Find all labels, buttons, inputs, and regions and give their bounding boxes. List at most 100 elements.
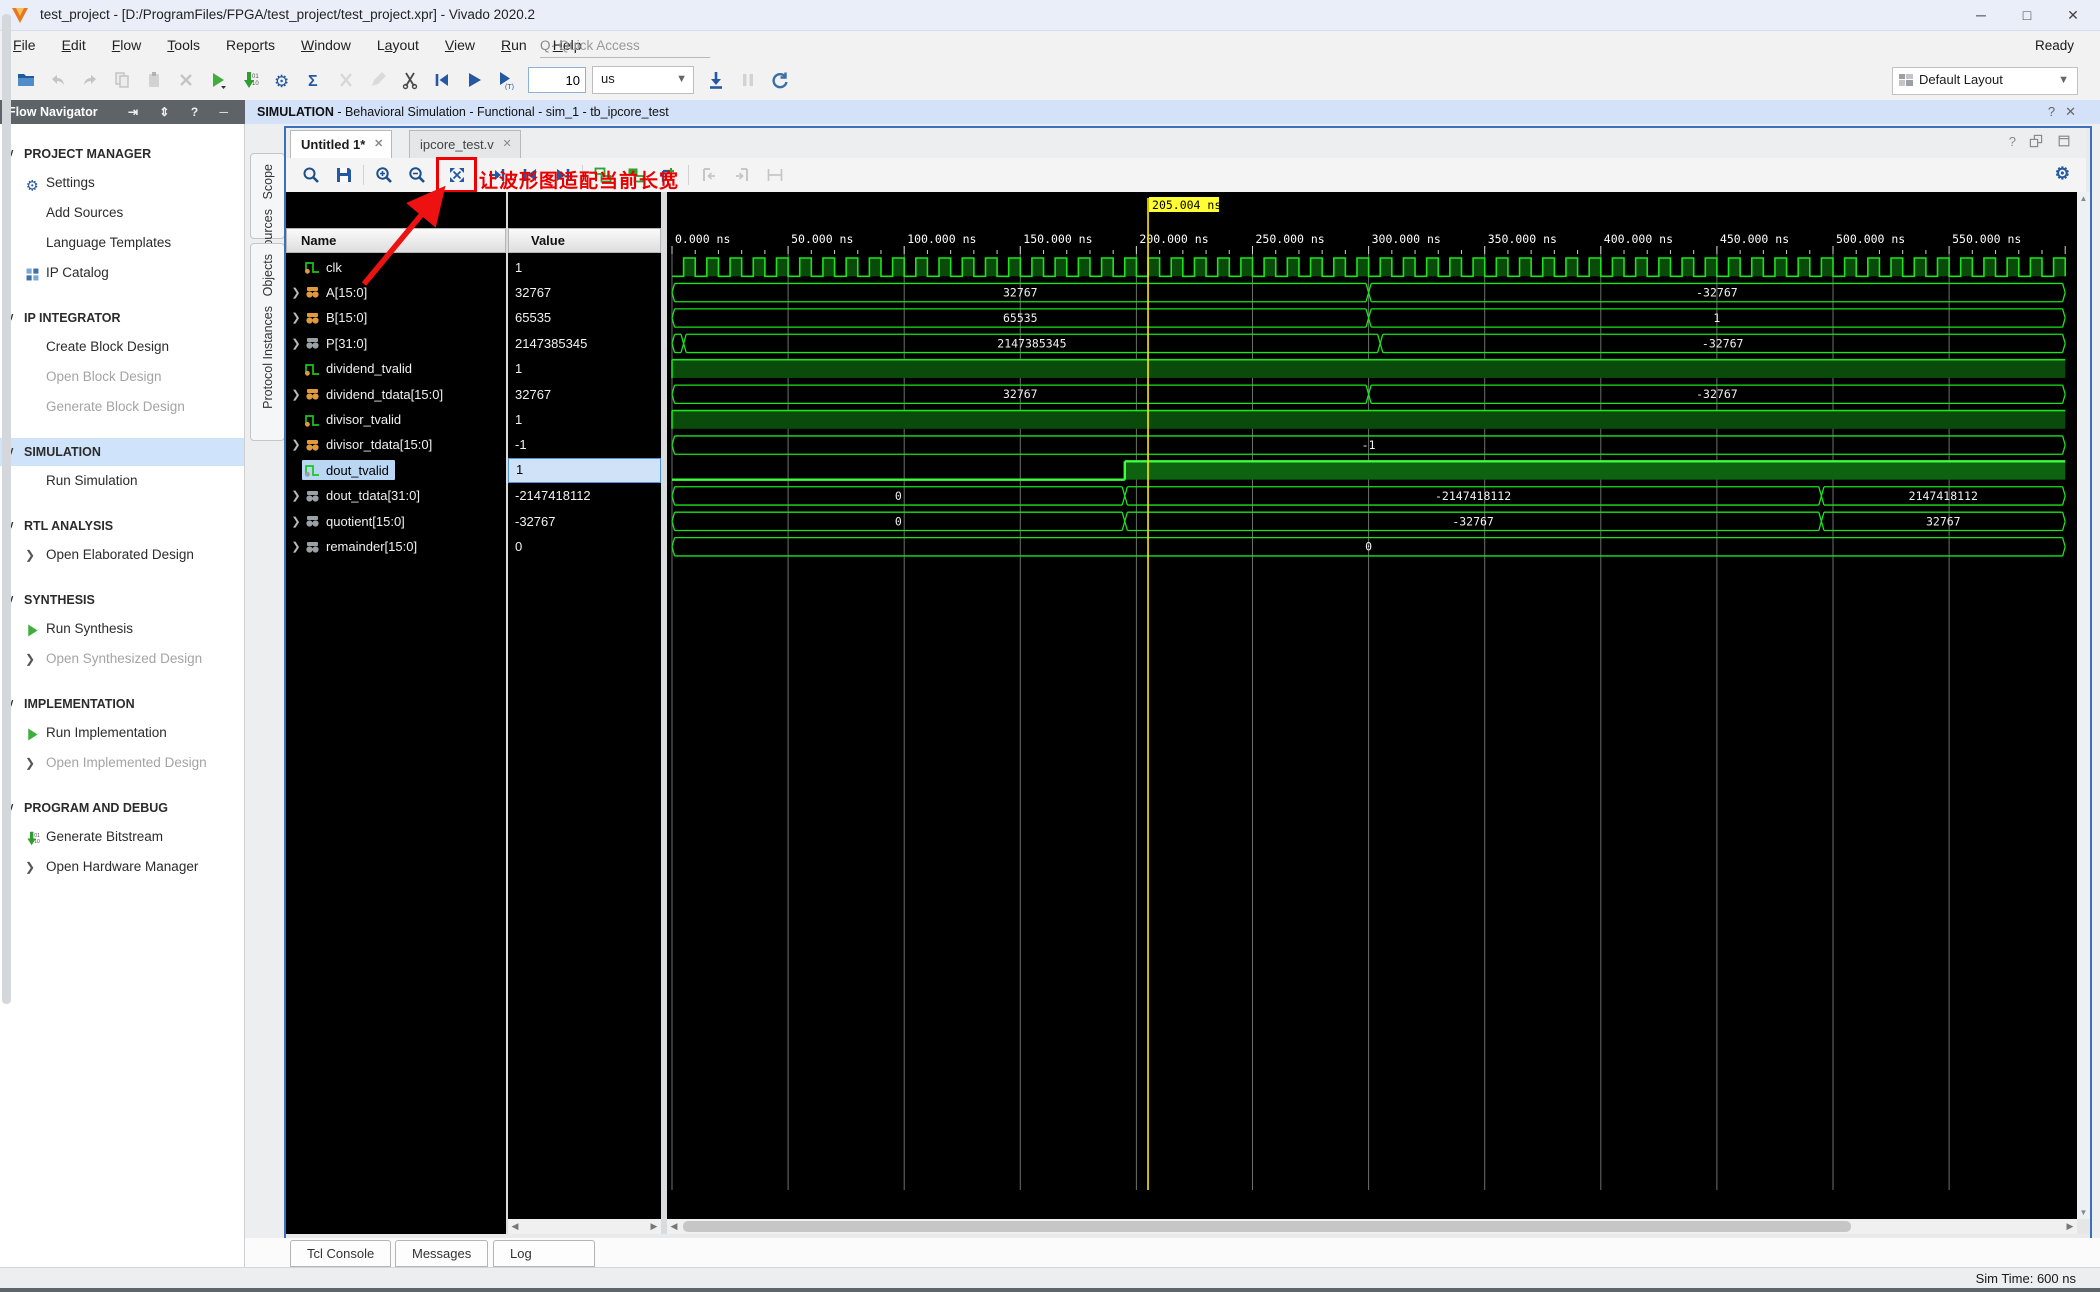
run-time-input[interactable] [528, 67, 586, 93]
menu-window[interactable]: Window [288, 31, 364, 60]
side-tab-protocol-instances[interactable]: Protocol Instances [261, 306, 275, 409]
sidebar-section-rtl-analysis[interactable]: ∨RTL ANALYSIS [0, 512, 244, 540]
sidebar-section-implementation[interactable]: ∨IMPLEMENTATION [0, 690, 244, 718]
float-window-icon[interactable] [2028, 133, 2044, 149]
sigma-button[interactable]: Σ [298, 65, 330, 95]
sidebar-item-open-implemented-design[interactable]: ❯ Open Implemented Design [0, 748, 244, 778]
expand-chevron-icon[interactable]: ❯ [290, 515, 302, 528]
sidebar-item-open-hardware-manager[interactable]: ❯ Open Hardware Manager [0, 852, 244, 882]
scrollbar-thumb[interactable] [683, 1221, 1851, 1232]
tab-ipcore-test[interactable]: ipcore_test.v ✕ [409, 130, 521, 159]
time-unit-select[interactable]: us ▼ [592, 66, 694, 94]
save-button[interactable] [327, 161, 360, 189]
menu-reports[interactable]: Reports [213, 31, 288, 60]
close-icon[interactable]: ✕ [374, 131, 383, 158]
sidebar-item-open-synthesized-design[interactable]: ❯ Open Synthesized Design [0, 644, 244, 674]
signal-value[interactable]: 32767 [508, 280, 661, 305]
scroll-right-icon[interactable]: ▶ [647, 1219, 661, 1234]
sidebar-section-simulation[interactable]: ∨SIMULATION [0, 438, 244, 466]
expand-chevron-icon[interactable]: ❯ [290, 286, 302, 299]
signal-row-dividend_tvalid[interactable]: dividend_tvalid [286, 356, 506, 381]
signal-row-divisor_tvalid[interactable]: divisor_tvalid [286, 407, 506, 432]
tab-messages[interactable]: Messages [395, 1240, 489, 1267]
flow-navigator-header-icons[interactable]: ⇥ ⇕ ? ─ [128, 100, 237, 124]
refresh-button[interactable] [764, 65, 796, 95]
zoom-out-button[interactable] [400, 161, 433, 189]
bitstream-button[interactable]: 01 10 [234, 65, 266, 95]
to-start-button[interactable] [426, 65, 458, 95]
signal-row-p[interactable]: ❯ P[31:0] [286, 331, 506, 356]
close-button[interactable]: ✕ [2050, 0, 2096, 30]
signal-value[interactable]: 65535 [508, 305, 661, 330]
sidebar-item-language-templates[interactable]: Language Templates [0, 228, 244, 258]
cut-button[interactable] [394, 65, 426, 95]
sidebar-section-project-manager[interactable]: ∨PROJECT MANAGER [0, 140, 244, 168]
scroll-left-icon[interactable]: ◀ [667, 1219, 681, 1234]
layout-selector[interactable]: Default Layout ▼ [1892, 67, 2078, 95]
zoom-in-button[interactable] [367, 161, 400, 189]
expand-chevron-icon[interactable]: ❯ [290, 388, 302, 401]
run-play-button[interactable] [202, 65, 234, 95]
signal-row-divisor_tdata[interactable]: ❯ divisor_tdata[15:0] [286, 432, 506, 457]
sidebar-item-settings[interactable]: ⚙ Settings [0, 168, 244, 198]
name-column-header[interactable]: Name [286, 228, 506, 253]
signal-row-remainder[interactable]: ❯ remainder[15:0] [286, 534, 506, 559]
sidebar-section-ip-integrator[interactable]: ∨IP INTEGRATOR [0, 304, 244, 332]
sidebar-item-open-elaborated-design[interactable]: ❯ Open Elaborated Design [0, 540, 244, 570]
menu-run[interactable]: Run [488, 31, 540, 60]
signal-value[interactable]: 1 [508, 255, 661, 280]
tab-log[interactable]: Log [493, 1240, 595, 1267]
sidebar-item-run-implementation[interactable]: Run Implementation [0, 718, 244, 748]
menu-edit[interactable]: Edit [49, 31, 99, 60]
expand-chevron-icon[interactable]: ❯ [290, 311, 302, 324]
signal-row-dividend_tdata[interactable]: ❯ dividend_tdata[15:0] [286, 382, 506, 407]
step-button[interactable] [700, 65, 732, 95]
signal-value[interactable]: -32767 [508, 509, 661, 534]
expand-chevron-icon[interactable]: ❯ [290, 438, 302, 451]
close-panel-icon[interactable]: ✕ [2065, 104, 2086, 119]
waveform-canvas[interactable]: 0.000 ns 50.000 ns 100.000 ns 150.000 ns 200… [667, 192, 2077, 1219]
signal-row-quotient[interactable]: ❯ quotient[15:0] [286, 509, 506, 534]
help-icon[interactable]: ? [2009, 134, 2016, 149]
find-button[interactable] [294, 161, 327, 189]
scroll-right-icon[interactable]: ▶ [2063, 1219, 2077, 1234]
sidebar-item-create-block-design[interactable]: Create Block Design [0, 332, 244, 362]
signal-value[interactable]: 1 [508, 407, 661, 432]
sidebar-item-add-sources[interactable]: Add Sources [0, 198, 244, 228]
quick-access-search[interactable]: Q· Quick Access [540, 34, 710, 58]
sidebar-item-run-simulation[interactable]: Run Simulation [0, 466, 244, 496]
signal-value[interactable]: 1 [508, 356, 661, 381]
signal-value[interactable]: -2147418112 [508, 483, 661, 508]
signal-value[interactable]: 0 [508, 534, 661, 559]
sidebar-section-program-and-debug[interactable]: ∨PROGRAM AND DEBUG [0, 794, 244, 822]
waveform-settings-gear-icon[interactable]: ⚙ [2055, 164, 2070, 184]
expand-chevron-icon[interactable]: ❯ [290, 337, 302, 350]
scroll-up-icon[interactable]: ▲ [2077, 192, 2090, 205]
signal-row-dout_tdata[interactable]: ❯ dout_tdata[31:0] [286, 483, 506, 508]
maximize-button[interactable]: □ [2004, 0, 2050, 30]
signal-value[interactable]: 2147385345 [508, 331, 661, 356]
scroll-down-icon[interactable]: ▼ [2077, 1206, 2090, 1219]
signal-value[interactable]: 1 [508, 457, 661, 483]
signal-value[interactable]: 32767 [508, 382, 661, 407]
side-tab-scope[interactable]: Scope [261, 164, 275, 199]
tab-untitled[interactable]: Untitled 1* ✕ [290, 130, 393, 159]
signal-row-clk[interactable]: clk [286, 255, 506, 280]
value-column-scrollbar[interactable]: ◀ ▶ [508, 1219, 661, 1234]
sidebar-item-generate-bitstream[interactable]: 01 10 Generate Bitstream [0, 822, 244, 852]
expand-chevron-icon[interactable]: ❯ [290, 540, 302, 553]
scroll-left-icon[interactable]: ◀ [508, 1219, 522, 1234]
sidebar-item-generate-block-design[interactable]: Generate Block Design [0, 392, 244, 422]
signal-row-b[interactable]: ❯ B[15:0] [286, 305, 506, 330]
menu-layout[interactable]: Layout [364, 31, 432, 60]
sidebar-item-run-synthesis[interactable]: Run Synthesis [0, 614, 244, 644]
gear-button[interactable]: ⚙ [266, 65, 298, 95]
minimize-button[interactable]: ─ [1958, 0, 2004, 30]
zoom-fit-button[interactable] [436, 157, 477, 193]
sidebar-item-open-block-design[interactable]: Open Block Design [0, 362, 244, 392]
help-icon[interactable]: ? [2048, 104, 2065, 119]
expand-chevron-icon[interactable]: ❯ [290, 489, 302, 502]
maximize-panel-icon[interactable] [2056, 133, 2072, 149]
signal-row-dout_tvalid[interactable]: dout_tvalid [286, 458, 506, 483]
signal-row-a[interactable]: ❯ A[15:0] [286, 280, 506, 305]
